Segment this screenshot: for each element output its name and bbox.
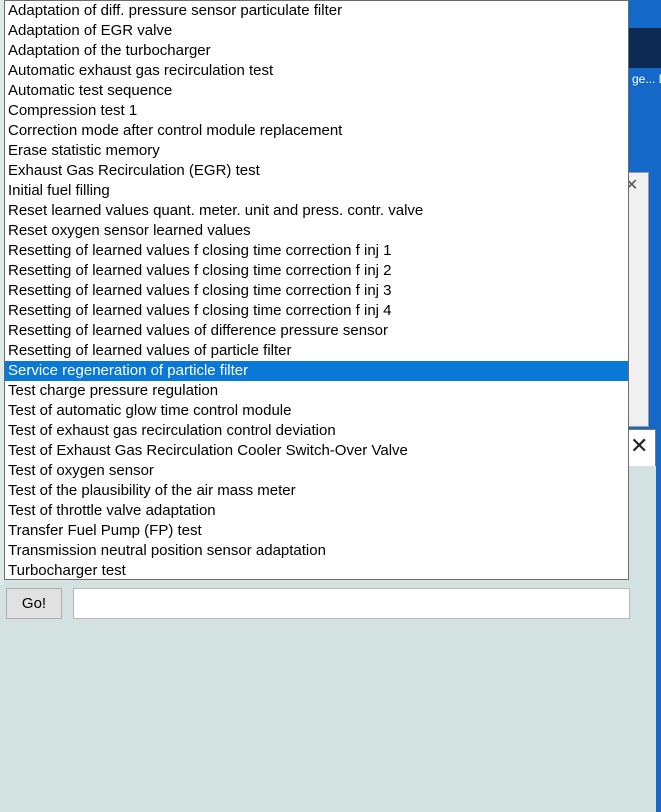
desktop-icon[interactable]: [629, 28, 661, 68]
dropdown-item[interactable]: Resetting of learned values f closing ti…: [5, 301, 628, 321]
dropdown-item[interactable]: Resetting of learned values of differenc…: [5, 321, 628, 341]
dropdown-item[interactable]: Automatic exhaust gas recirculation test: [5, 61, 628, 81]
dropdown-item[interactable]: Exhaust Gas Recirculation (EGR) test: [5, 161, 628, 181]
dropdown-item[interactable]: Adaptation of diff. pressure sensor part…: [5, 1, 628, 21]
dropdown-item[interactable]: Adaptation of EGR valve: [5, 21, 628, 41]
dropdown-item[interactable]: Resetting of learned values f closing ti…: [5, 281, 628, 301]
dropdown-item[interactable]: Transfer Fuel Pump (FP) test: [5, 521, 628, 541]
dropdown-item[interactable]: Automatic test sequence: [5, 81, 628, 101]
dropdown-item[interactable]: Turbocharger test: [5, 561, 628, 579]
background-dialog[interactable]: ✕: [626, 429, 656, 467]
go-button[interactable]: Go!: [6, 588, 62, 619]
command-input[interactable]: [73, 588, 630, 619]
close-icon[interactable]: ✕: [630, 434, 648, 458]
dropdown-item[interactable]: Service regeneration of particle filter: [5, 361, 628, 381]
dropdown-item[interactable]: Test of automatic glow time control modu…: [5, 401, 628, 421]
dropdown-item[interactable]: Erase statistic memory: [5, 141, 628, 161]
dropdown-item[interactable]: Test charge pressure regulation: [5, 381, 628, 401]
dropdown-item[interactable]: Resetting of learned values f closing ti…: [5, 241, 628, 261]
dropdown-item[interactable]: Compression test 1: [5, 101, 628, 121]
dropdown-items: Adaptation of diff. pressure sensor part…: [5, 1, 628, 579]
dropdown-item[interactable]: Test of exhaust gas recirculation contro…: [5, 421, 628, 441]
dropdown-item[interactable]: Resetting of learned values f closing ti…: [5, 261, 628, 281]
dropdown-item[interactable]: Test of oxygen sensor: [5, 461, 628, 481]
dropdown-item[interactable]: Test of throttle valve adaptation: [5, 501, 628, 521]
dropdown-item[interactable]: Transmission neutral position sensor ada…: [5, 541, 628, 561]
dropdown-item[interactable]: Correction mode after control module rep…: [5, 121, 628, 141]
dropdown-item[interactable]: Initial fuel filling: [5, 181, 628, 201]
dropdown-item[interactable]: Adaptation of the turbocharger: [5, 41, 628, 61]
dropdown-item[interactable]: Test of the plausibility of the air mass…: [5, 481, 628, 501]
procedure-dropdown-list[interactable]: Adaptation of diff. pressure sensor part…: [4, 0, 629, 580]
dropdown-item[interactable]: Reset oxygen sensor learned values: [5, 221, 628, 241]
desktop-icon-label: ge... D: [632, 72, 661, 86]
dropdown-item[interactable]: Resetting of learned values of particle …: [5, 341, 628, 361]
dropdown-item[interactable]: Reset learned values quant. meter. unit …: [5, 201, 628, 221]
dropdown-item[interactable]: Test of Exhaust Gas Recirculation Cooler…: [5, 441, 628, 461]
